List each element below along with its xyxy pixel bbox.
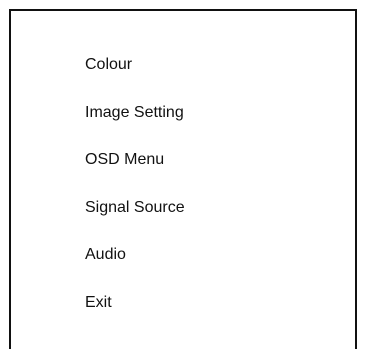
menu-item-exit[interactable]: Exit (85, 285, 185, 333)
menu-item-audio[interactable]: Audio (85, 237, 185, 285)
menu-item-signal-source[interactable]: Signal Source (85, 190, 185, 238)
menu-item-colour[interactable]: Colour (85, 47, 185, 95)
osd-menu-panel: Colour Image Setting OSD Menu Signal Sou… (9, 9, 357, 349)
menu-item-image-setting[interactable]: Image Setting (85, 95, 185, 143)
osd-menu-list: Colour Image Setting OSD Menu Signal Sou… (85, 47, 185, 333)
menu-item-osd-menu[interactable]: OSD Menu (85, 142, 185, 190)
